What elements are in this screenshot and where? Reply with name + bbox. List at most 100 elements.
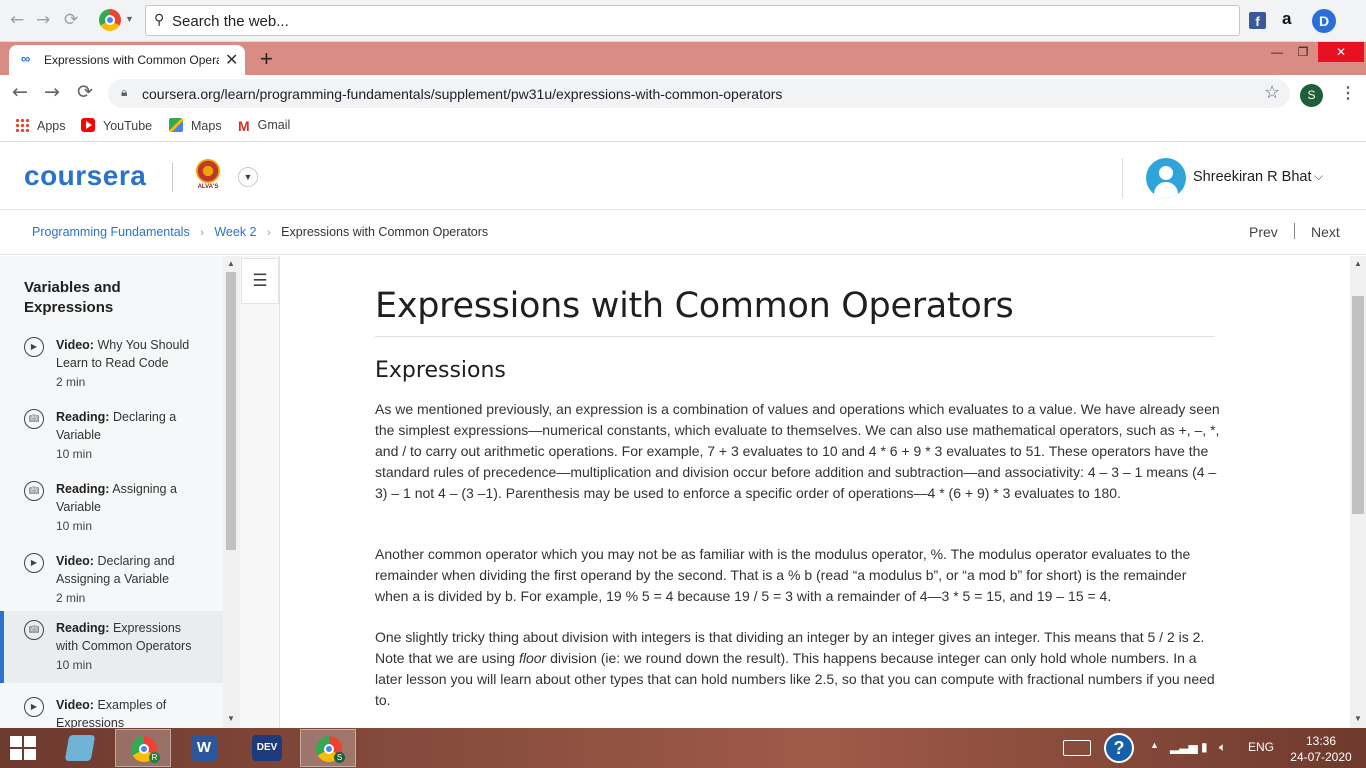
volume-icon[interactable]: 🔈︎ [1219, 740, 1226, 755]
scroll-up-icon[interactable]: ▲ [1354, 259, 1362, 268]
toc-list-icon[interactable]: ☰ [241, 258, 279, 304]
lesson-duration: 10 min [56, 519, 93, 533]
battery-icon[interactable]: ▮ [1201, 740, 1208, 754]
breadcrumb-course[interactable]: Programming Fundamentals [32, 225, 190, 239]
taskbar-word[interactable]: W [176, 729, 232, 767]
sidebar-scrollbar[interactable]: ▲ ▼ [223, 256, 240, 728]
sidebar-item-why-read-code[interactable]: ▶ Video: Why You Should Learn to Read Co… [0, 332, 223, 404]
restore-button[interactable]: ❐ [1290, 42, 1316, 62]
next-button[interactable]: Next [1311, 224, 1340, 240]
bookmark-gmail[interactable]: M Gmail [238, 118, 291, 134]
help-icon[interactable]: ? [1104, 733, 1134, 763]
youtube-icon [81, 118, 95, 132]
lesson-label: Video: Why You Should Learn to Read Code [56, 336, 206, 372]
window-close-button[interactable]: ✕ [1318, 42, 1364, 62]
tab-title: Expressions with Common Operators | Cour… [44, 53, 219, 67]
sidebar-item-declaring-variable[interactable]: 📖︎ Reading: Declaring a Variable 10 min [0, 404, 223, 476]
tab-active[interactable]: ∞ Expressions with Common Operators | Co… [9, 45, 245, 75]
scrollbar-thumb[interactable] [226, 272, 236, 550]
keyboard-icon[interactable] [1063, 740, 1091, 756]
content-scrollbar[interactable]: ▲ ▼ [1350, 256, 1366, 728]
menu-kebab-icon[interactable]: ⋮ [1340, 83, 1356, 103]
chevron-down-icon[interactable]: ⌵ [1314, 169, 1323, 184]
windows-start-icon[interactable] [10, 736, 38, 762]
taskbar-devcpp[interactable]: DEV [239, 729, 295, 767]
start-pane [10, 749, 22, 760]
bookmark-label: Maps [191, 119, 222, 133]
profile-avatar[interactable]: S [1300, 84, 1323, 107]
profile-badge: R [149, 752, 160, 763]
bookmark-label: YouTube [103, 119, 153, 133]
gmail-icon: M [238, 118, 250, 134]
scroll-up-icon[interactable]: ▲ [227, 259, 235, 268]
header-divider [1122, 158, 1123, 198]
reading-icon: 📖︎ [24, 481, 44, 501]
sidebar-title: Variables and Expressions [24, 279, 121, 316]
breadcrumb-current: Expressions with Common Operators [281, 225, 489, 239]
address-bar: ← → ⟳ 🔒︎ coursera.org/learn/programming-… [0, 75, 1366, 112]
bookmark-apps[interactable]: Apps [15, 118, 66, 133]
sidebar-item-declaring-assigning[interactable]: ▶ Video: Declaring and Assigning a Varia… [0, 548, 223, 620]
coursera-logo[interactable]: coursera [24, 160, 146, 192]
institution-dropdown-chevron-icon[interactable]: ▼ [238, 167, 258, 187]
tab-close-icon[interactable]: ✕ [225, 50, 238, 70]
institution-logo[interactable]: ALVA'S [193, 159, 223, 193]
taskbar-chrome-r[interactable]: R [115, 729, 171, 767]
start-pane [24, 749, 36, 760]
reading-content: Expressions with Common Operators Expres… [281, 256, 1350, 728]
lesson-type: Video: [56, 698, 94, 712]
network-signal-icon[interactable]: ▂▃▅ [1170, 740, 1198, 754]
bookmark-youtube[interactable]: YouTube [81, 118, 152, 133]
language-indicator[interactable]: ENG [1248, 740, 1274, 754]
lesson-type: Video: [56, 338, 94, 352]
lesson-label: Reading: Declaring a Variable [56, 408, 206, 444]
user-name[interactable]: Shreekiran R Bhat [1193, 169, 1311, 185]
play-icon: ▶ [24, 697, 44, 717]
minimize-button[interactable]: — [1264, 42, 1290, 62]
facebook-icon[interactable]: f [1249, 12, 1266, 29]
omnibox[interactable]: 🔒︎ coursera.org/learn/programming-fundam… [108, 79, 1290, 108]
reload-icon[interactable]: ⟳ [77, 81, 93, 103]
url-text[interactable]: coursera.org/learn/programming-fundament… [142, 86, 782, 102]
paragraph: As we mentioned previously, an expressio… [375, 401, 1220, 501]
chrome-icon[interactable] [99, 9, 121, 31]
bookmark-maps[interactable]: Maps [169, 118, 222, 133]
bookmark-label: Apps [37, 119, 66, 133]
scroll-down-icon[interactable]: ▼ [227, 714, 235, 723]
lesson-label: Video: Declaring and Assigning a Variabl… [56, 552, 206, 588]
scroll-down-icon[interactable]: ▼ [1354, 714, 1362, 723]
amazon-icon[interactable]: a [1282, 9, 1291, 29]
taskbar-chrome-s[interactable]: S [300, 729, 356, 767]
taskbar-notepad[interactable] [52, 729, 108, 767]
scrollbar-thumb[interactable] [1352, 296, 1364, 514]
lesson-type: Reading: [56, 410, 110, 424]
sidebar-item-expressions-active[interactable]: 📖︎ Reading: Expressions with Common Oper… [0, 611, 223, 683]
lesson-type: Reading: [56, 621, 110, 635]
breadcrumb-week[interactable]: Week 2 [214, 225, 256, 239]
show-hidden-icons-icon[interactable]: ▲ [1150, 740, 1159, 750]
clock-date: 24-07-2020 [1290, 750, 1352, 764]
chevron-down-icon[interactable]: ▼ [125, 14, 134, 24]
forward-icon[interactable]: → [36, 10, 50, 30]
lesson-type: Video: [56, 554, 94, 568]
bookmark-label: Gmail [257, 118, 291, 132]
reload-icon[interactable]: ⟳ [64, 10, 78, 30]
sidebar-item-assigning-variable[interactable]: 📖︎ Reading: Assigning a Variable 10 min [0, 476, 223, 548]
web-search-box[interactable]: ⚲ [145, 5, 1240, 36]
system-clock[interactable]: 13:36 24-07-2020 [1290, 733, 1352, 765]
coursera-header: coursera ALVA'S ▼ Shreekiran R Bhat ⌵ [0, 143, 1366, 210]
back-icon[interactable]: ← [10, 10, 24, 30]
user-avatar[interactable] [1146, 158, 1186, 198]
forward-icon[interactable]: → [44, 81, 60, 103]
prev-button[interactable]: Prev [1249, 224, 1278, 240]
sidebar-item-examples-expressions[interactable]: ▶ Video: Examples of Expressions [0, 692, 223, 728]
avatar-head [1159, 166, 1173, 180]
dashlane-icon[interactable]: D [1312, 9, 1336, 33]
lesson-label: Reading: Expressions with Common Operato… [56, 619, 206, 655]
web-search-input[interactable] [172, 10, 1222, 32]
back-icon[interactable]: ← [12, 81, 28, 103]
bookmark-star-icon[interactable]: ☆ [1264, 82, 1280, 103]
lock-icon[interactable]: 🔒︎ [121, 85, 127, 100]
maps-icon [169, 118, 183, 132]
new-tab-button[interactable]: + [260, 46, 273, 72]
